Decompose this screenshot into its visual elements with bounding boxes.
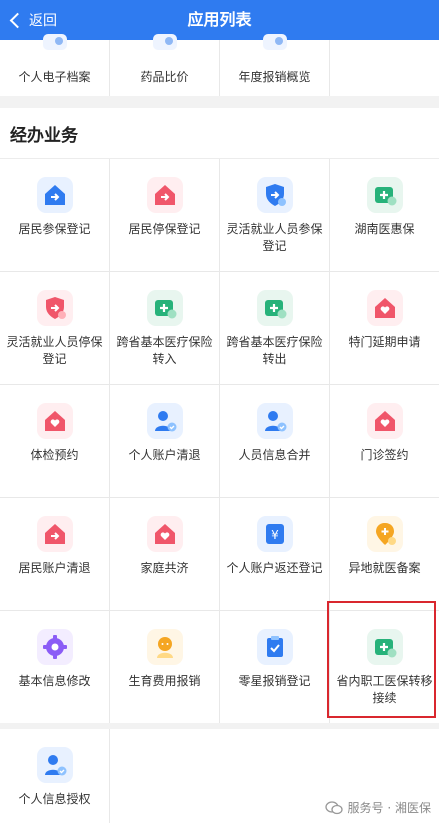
app-tile[interactable]: 人员信息合并 — [220, 385, 329, 497]
app-tile[interactable]: 灵活就业人员参保登记 — [220, 159, 329, 271]
app-tile[interactable]: 省内职工医保转移接续 — [330, 611, 439, 723]
house-arrow-icon — [36, 516, 73, 552]
app-label: 家庭共济 — [140, 561, 189, 575]
house-heart-icon — [366, 403, 403, 439]
shield-arrow-icon — [36, 290, 73, 326]
app-label: 湖南医惠保 — [354, 222, 415, 236]
app-label: 特门延期申请 — [348, 335, 421, 349]
app-label: 跨省基本医疗保险转出 — [226, 335, 323, 366]
app-label: 个人电子档案 — [18, 70, 91, 84]
app-tile[interactable]: 居民停保登记 — [110, 159, 219, 271]
house-heart-icon — [146, 516, 183, 552]
baby-icon — [146, 629, 183, 665]
app-label: 体检预约 — [30, 448, 79, 462]
app-label: 个人账户清退 — [128, 448, 201, 462]
plus-card-icon — [366, 177, 403, 213]
app-tile[interactable]: 零星报销登记 — [220, 611, 329, 723]
watermark-text: 服务号 · 湘医保 — [347, 801, 431, 815]
clipboard-check-icon — [256, 629, 293, 665]
app-tile[interactable]: 体检预约 — [0, 385, 109, 497]
user-check-icon — [36, 747, 73, 783]
watermark: 服务号 · 湘医保 — [324, 799, 431, 816]
app-label: 居民停保登记 — [128, 222, 201, 236]
app-tile-annual-overview[interactable]: 年度报销概览 — [220, 34, 329, 96]
app-tile[interactable]: 基本信息修改 — [0, 611, 109, 723]
app-label: 基本信息修改 — [18, 674, 91, 688]
app-tile[interactable]: 特门延期申请 — [330, 272, 439, 384]
house-heart-icon — [36, 403, 73, 439]
gear-icon — [36, 629, 73, 665]
app-tile[interactable]: 灵活就业人员停保登记 — [0, 272, 109, 384]
partial-app-icon — [262, 34, 287, 50]
app-label: 生育费用报销 — [128, 674, 201, 688]
app-tile[interactable]: 异地就医备案 — [330, 498, 439, 610]
app-label: 灵活就业人员停保登记 — [6, 335, 103, 366]
app-label: 个人信息授权 — [18, 792, 91, 806]
app-label: 省内职工医保转移接续 — [336, 674, 433, 705]
house-arrow-icon — [146, 177, 183, 213]
app-tile[interactable]: 个人账户清退 — [110, 385, 219, 497]
app-tile[interactable]: 门诊签约 — [330, 385, 439, 497]
plus-card-icon — [146, 290, 183, 326]
app-tile[interactable]: 个人信息授权 — [0, 729, 110, 823]
app-tile[interactable]: 居民参保登记 — [0, 159, 109, 271]
shield-arrow-icon — [256, 177, 293, 213]
house-arrow-icon — [36, 177, 73, 213]
previous-apps-row: 个人电子档案 药品比价 年度报销概览 — [0, 34, 439, 96]
app-label: 药品比价 — [140, 70, 189, 84]
house-heart-icon — [366, 290, 403, 326]
partial-app-icon — [42, 34, 67, 50]
svg-text:¥: ¥ — [271, 528, 279, 542]
app-label: 跨省基本医疗保险转入 — [116, 335, 213, 366]
yen-box-icon: ¥ — [256, 516, 293, 552]
app-label: 人员信息合并 — [238, 448, 311, 462]
app-label: 零星报销登记 — [238, 674, 311, 688]
app-label: 个人账户返还登记 — [226, 561, 323, 575]
app-tile[interactable]: 湖南医惠保 — [330, 159, 439, 271]
app-tile[interactable]: 跨省基本医疗保险转出 — [220, 272, 329, 384]
app-label: 居民账户清退 — [18, 561, 91, 575]
app-label: 年度报销概览 — [238, 70, 311, 84]
section-header: 经办业务 — [0, 108, 439, 159]
plus-card-icon — [366, 629, 403, 665]
app-tile[interactable]: ¥ 个人账户返还登记 — [220, 498, 329, 610]
empty-tile — [330, 40, 439, 96]
back-label: 返回 — [29, 13, 57, 29]
app-label: 居民参保登记 — [18, 222, 91, 236]
chevron-left-icon — [9, 12, 26, 28]
app-tile-personal-record[interactable]: 个人电子档案 — [0, 34, 109, 96]
app-label: 异地就医备案 — [348, 561, 421, 575]
app-tile[interactable]: 生育费用报销 — [110, 611, 219, 723]
app-grid: 居民参保登记 居民停保登记 灵活就业人员参保登记 湖南医惠保 灵活就业人员停保登记 跨省基… — [0, 159, 439, 723]
app-tile[interactable]: 跨省基本医疗保险转入 — [110, 272, 219, 384]
plus-card-icon — [256, 290, 293, 326]
section-title: 经办业务 — [10, 126, 78, 146]
user-check-icon — [256, 403, 293, 439]
app-label: 门诊签约 — [360, 448, 409, 462]
user-check-icon — [146, 403, 183, 439]
app-tile-drug-price[interactable]: 药品比价 — [110, 34, 219, 96]
app-tile[interactable]: 居民账户清退 — [0, 498, 109, 610]
partial-app-icon — [152, 34, 177, 50]
location-plus-icon — [366, 516, 403, 552]
app-tile[interactable]: 家庭共济 — [110, 498, 219, 610]
footer-area: 个人信息授权 服务号 · 湘医保 — [0, 729, 439, 823]
app-label: 灵活就业人员参保登记 — [226, 222, 323, 253]
wechat-icon — [324, 800, 343, 814]
